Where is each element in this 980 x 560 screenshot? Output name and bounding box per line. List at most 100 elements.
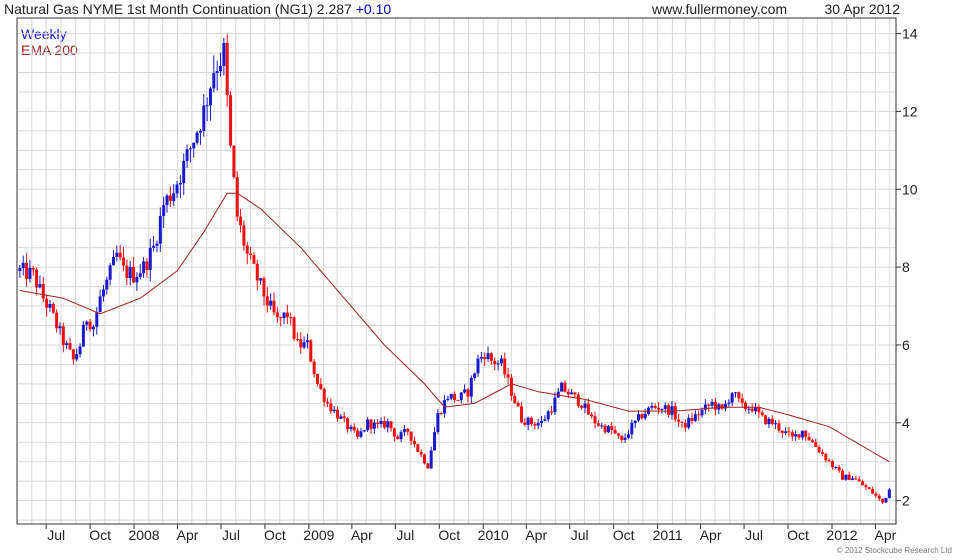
- candle-body: [740, 398, 744, 403]
- candle: [590, 412, 594, 419]
- candle: [790, 429, 794, 441]
- candle-body: [356, 430, 360, 437]
- candle: [138, 263, 142, 280]
- candle-body: [550, 411, 554, 413]
- candle: [362, 429, 366, 433]
- candle: [182, 153, 186, 195]
- candle: [820, 449, 824, 457]
- candle-body: [566, 391, 570, 395]
- candle-body: [851, 478, 855, 480]
- candle-body: [232, 145, 236, 178]
- candle: [653, 403, 657, 410]
- candle: [245, 242, 249, 265]
- candle-body: [827, 460, 831, 462]
- candle: [623, 433, 627, 443]
- candle-body: [710, 401, 714, 406]
- candle-body: [864, 485, 868, 488]
- candle: [242, 220, 246, 251]
- candle-body: [168, 195, 172, 202]
- candle: [326, 397, 330, 407]
- candle: [346, 417, 350, 433]
- candle-body: [861, 481, 865, 486]
- candle: [98, 289, 102, 313]
- candle-body: [767, 418, 771, 425]
- candle: [41, 276, 45, 303]
- candle: [312, 359, 316, 378]
- x-tick-label: Apr: [351, 527, 373, 543]
- candle: [91, 324, 95, 337]
- candle: [426, 462, 430, 469]
- candle-body: [563, 382, 567, 392]
- candle: [503, 352, 507, 379]
- candle-body: [78, 346, 82, 355]
- candle: [412, 436, 416, 448]
- candle-body: [506, 374, 510, 378]
- candle-body: [35, 269, 39, 288]
- candle-body: [402, 428, 406, 433]
- candle: [530, 416, 534, 427]
- candle: [560, 381, 564, 392]
- candle-body: [262, 278, 266, 297]
- candle-body: [586, 403, 590, 415]
- candle-body: [235, 177, 239, 217]
- candle: [864, 483, 868, 490]
- candle-body: [125, 265, 129, 278]
- candle: [369, 418, 373, 434]
- candle: [610, 422, 614, 435]
- candle-body: [733, 392, 737, 394]
- candle: [807, 432, 811, 441]
- candle: [389, 421, 393, 432]
- candle: [760, 410, 764, 417]
- candle-body: [540, 420, 544, 424]
- candle-body: [229, 95, 233, 146]
- candle-body: [279, 317, 283, 319]
- candle-body: [840, 470, 844, 480]
- candle-body: [192, 142, 196, 149]
- candle-body: [777, 423, 781, 431]
- candle: [55, 309, 59, 333]
- candle-body: [118, 252, 122, 258]
- candle: [356, 427, 360, 440]
- candle: [616, 432, 620, 440]
- candle: [683, 419, 687, 432]
- candle: [382, 416, 386, 430]
- candle-body: [252, 255, 256, 264]
- candle-body: [58, 326, 62, 329]
- candle-body: [142, 261, 146, 274]
- candle: [322, 387, 326, 407]
- candle-body: [352, 426, 356, 431]
- candle-body: [787, 431, 791, 433]
- candle: [259, 277, 263, 285]
- candle-body: [814, 442, 818, 447]
- candle-body: [242, 225, 246, 246]
- x-tick-label: Jul: [222, 527, 240, 543]
- candle-body: [794, 434, 798, 437]
- candle-body: [182, 160, 186, 183]
- candle: [25, 253, 29, 287]
- candle-body: [295, 338, 299, 340]
- candle: [272, 292, 276, 316]
- candle: [516, 401, 520, 407]
- candle: [764, 414, 768, 425]
- x-tick-label: 2009: [303, 527, 334, 543]
- copyright-note: © 2012 Stockcube Research Ltd: [836, 546, 952, 555]
- candle-body: [319, 383, 323, 389]
- candle-body: [489, 353, 493, 361]
- candle: [125, 259, 129, 286]
- candle-body: [626, 434, 630, 438]
- candle-body: [449, 393, 453, 399]
- candle: [867, 486, 871, 490]
- candle: [697, 410, 701, 421]
- candle: [212, 55, 216, 93]
- candle-body: [362, 430, 366, 432]
- candle-body: [65, 343, 69, 345]
- candle-body: [744, 402, 748, 410]
- candle: [723, 400, 727, 412]
- gridlines: [16, 18, 896, 524]
- y-axis: 2 4 6 8 10 12 14: [896, 26, 918, 509]
- candle: [486, 346, 490, 362]
- candle-body: [28, 267, 32, 279]
- candle: [466, 387, 470, 403]
- candle-body: [245, 245, 249, 254]
- candle-body: [713, 401, 717, 410]
